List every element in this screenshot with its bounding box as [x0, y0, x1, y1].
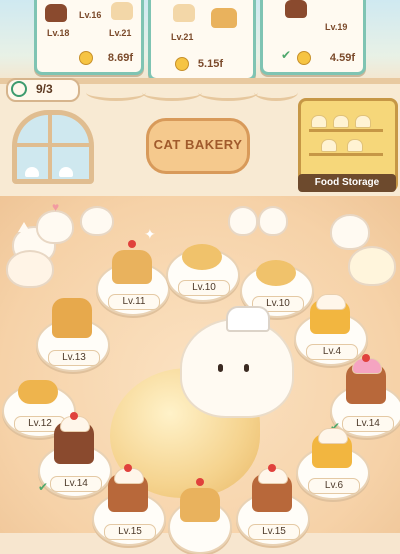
cherry-icon	[362, 354, 370, 362]
customer-cat[interactable]	[6, 250, 54, 288]
plate-cat-cupcake[interactable]: Lv.15	[236, 464, 310, 546]
sparkle-icon: ✦	[144, 226, 156, 242]
customer-counter-button[interactable]: 9/3	[6, 78, 80, 102]
cream-icon	[316, 294, 346, 310]
cat-icon	[25, 167, 39, 177]
plate-cupcake[interactable]: ✔ Lv.14	[38, 412, 112, 498]
parfait-icon	[173, 4, 195, 22]
food-storage-label: Food Storage	[298, 174, 396, 192]
pudding-icon	[312, 428, 352, 468]
coin-icon	[175, 57, 189, 71]
plate-level: Lv.14	[342, 416, 394, 432]
plate-muffin[interactable]: Lv.13	[36, 298, 110, 372]
cat-icon	[355, 115, 371, 128]
customer-count: 9/3	[36, 82, 53, 96]
check-icon: ✔	[38, 480, 49, 494]
refresh-icon	[11, 81, 27, 97]
order-level: Lv.21	[171, 32, 194, 42]
order-level: Lv.16	[79, 10, 102, 20]
order-level: Lv.19	[325, 22, 348, 32]
cherry-icon	[196, 478, 204, 486]
cream-icon	[318, 428, 348, 444]
order-card-3[interactable]: Lv.19 ✔ 4.59f	[260, 0, 366, 75]
order-price: 4.59f	[329, 52, 355, 64]
chef-cat[interactable]	[180, 318, 294, 418]
shelf	[309, 129, 383, 132]
plate-level: Lv.10	[178, 280, 230, 296]
cake-icon	[45, 4, 67, 22]
bunting	[198, 84, 258, 101]
heart-icon: ♥	[52, 200, 60, 214]
parfait-icon	[111, 2, 133, 20]
order-price: 8.69f	[107, 52, 133, 64]
customer-cat[interactable]	[80, 206, 114, 236]
plate-paw-pie[interactable]: Lv.10	[166, 244, 240, 302]
cherry-icon	[124, 464, 132, 472]
plate-cat-cupcake[interactable]: Lv.15	[92, 464, 166, 546]
croissant-icon	[18, 380, 58, 404]
paw-pie-icon	[256, 260, 296, 286]
window-frame	[17, 143, 89, 147]
food-storage-button[interactable]: Food Storage	[298, 98, 398, 192]
plate-fruit-tart[interactable]: Lv.11	[96, 240, 170, 316]
pudding-icon	[310, 294, 350, 334]
plate-level: Lv.15	[104, 524, 156, 540]
cat-cupcake-icon	[252, 464, 292, 512]
check-icon: ✔	[281, 48, 292, 62]
coin-icon	[79, 51, 93, 65]
plate-pudding[interactable]: Lv.4	[294, 294, 368, 366]
cat-icon	[347, 139, 363, 152]
plate-level: Lv.6	[308, 478, 360, 494]
bakery-sign-text: CAT BAKERY	[153, 137, 243, 152]
chef-hat-icon	[226, 306, 270, 332]
order-price: 5.15f	[197, 58, 223, 70]
cat-eye	[244, 364, 249, 372]
plate-level: Lv.13	[48, 350, 100, 366]
cherry-icon	[268, 464, 276, 472]
cat-icon	[333, 115, 349, 128]
cherry-icon	[70, 412, 78, 420]
order-card-2[interactable]: Lv.21 5.15f	[148, 0, 256, 81]
plate-pudding[interactable]: Lv.6	[296, 428, 370, 500]
customer-cat[interactable]	[348, 246, 396, 286]
muffin-icon	[52, 298, 92, 338]
cupcake-icon	[54, 412, 94, 464]
bakery-sign: CAT BAKERY	[146, 118, 250, 174]
bunting	[254, 84, 298, 101]
fruit-tart-icon	[180, 478, 220, 522]
plate-fruit-tart[interactable]	[168, 478, 232, 554]
cat-icon	[311, 115, 327, 128]
fruit-tart-icon	[112, 240, 152, 284]
order-card-1[interactable]: Lv.16 Lv.18 Lv.21 8.69f	[34, 0, 144, 75]
bakery-window	[12, 110, 94, 184]
cupcake-icon	[285, 0, 307, 18]
cat-icon	[59, 167, 73, 177]
bunting	[86, 84, 146, 101]
plate-level: Lv.4	[306, 344, 358, 360]
cat-icon	[321, 139, 337, 152]
coin-icon	[297, 51, 311, 65]
paw-pie-icon	[182, 244, 222, 270]
order-level: Lv.18	[47, 28, 70, 38]
plate-level: Lv.15	[248, 524, 300, 540]
cat-eye	[218, 364, 223, 372]
customer-cat[interactable]	[228, 206, 258, 236]
plate-level: Lv.14	[50, 476, 102, 492]
plate-level: Lv.11	[108, 294, 160, 310]
order-level: Lv.21	[109, 28, 132, 38]
cat-bun-icon	[211, 8, 237, 28]
cat-cupcake-icon	[108, 464, 148, 512]
customer-cat[interactable]	[330, 214, 370, 250]
bunting	[142, 84, 202, 101]
customer-cat[interactable]	[36, 210, 74, 244]
cupcake-icon	[346, 354, 386, 404]
cherry-icon	[128, 240, 136, 248]
customer-cat[interactable]	[258, 206, 288, 236]
cat-ear	[18, 222, 30, 232]
shelf	[309, 153, 383, 156]
window-frame	[48, 115, 52, 179]
